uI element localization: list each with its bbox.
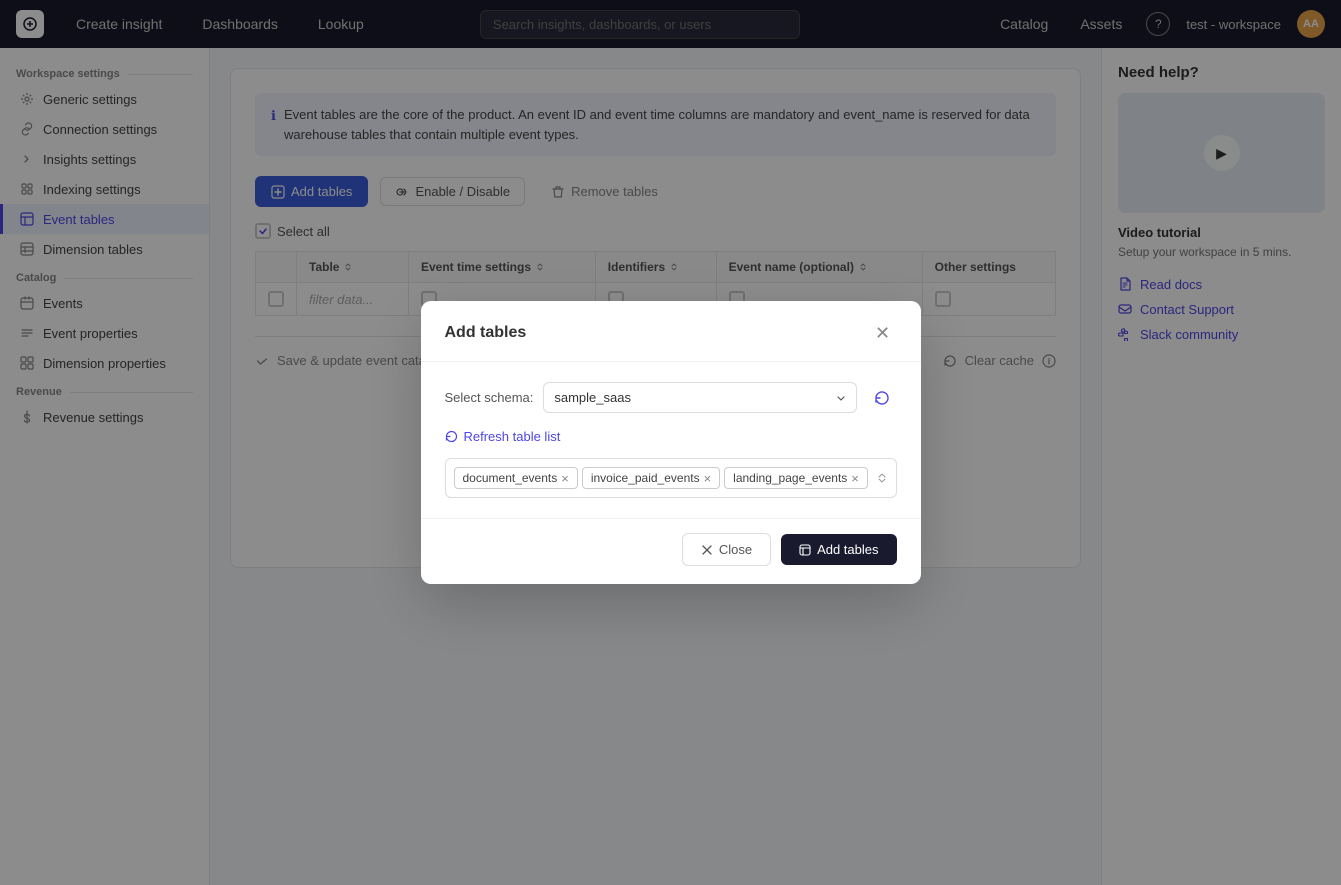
- table-icon: [799, 544, 811, 556]
- refresh-icon: [874, 390, 890, 406]
- close-icon: [701, 544, 713, 556]
- tag-label: document_events: [463, 471, 558, 485]
- modal-footer: Close Add tables: [421, 518, 921, 584]
- modal-title: Add tables: [445, 324, 527, 342]
- schema-label: Select schema:: [445, 390, 534, 405]
- modal-close-btn[interactable]: Close: [682, 533, 771, 566]
- tag-remove-invoice-paid-events[interactable]: ×: [704, 472, 712, 485]
- tags-expand-icon: [876, 472, 888, 484]
- tag-remove-landing-page-events[interactable]: ×: [851, 472, 859, 485]
- refresh-table-list-link[interactable]: Refresh table list: [445, 429, 897, 444]
- modal-header: Add tables ✕: [421, 301, 921, 362]
- tag-label: landing_page_events: [733, 471, 847, 485]
- tag-invoice-paid-events: invoice_paid_events ×: [582, 467, 720, 489]
- add-tables-modal: Add tables ✕ Select schema: sample_saas …: [421, 301, 921, 584]
- modal-close-button[interactable]: ✕: [869, 319, 897, 347]
- schema-row: Select schema: sample_saas: [445, 382, 897, 413]
- schema-value: sample_saas: [554, 390, 631, 405]
- tag-document-events: document_events ×: [454, 467, 578, 489]
- modal-overlay[interactable]: Add tables ✕ Select schema: sample_saas …: [0, 0, 1341, 885]
- schema-refresh-button[interactable]: [867, 383, 897, 413]
- modal-add-tables-button[interactable]: Add tables: [781, 534, 896, 565]
- tag-landing-page-events: landing_page_events ×: [724, 467, 868, 489]
- chevron-down-icon: [836, 393, 846, 403]
- refresh-small-icon: [445, 430, 458, 443]
- modal-body: Select schema: sample_saas Refresh table…: [421, 362, 921, 518]
- tag-remove-document-events[interactable]: ×: [561, 472, 569, 485]
- tag-label: invoice_paid_events: [591, 471, 700, 485]
- schema-select[interactable]: sample_saas: [543, 382, 856, 413]
- refresh-table-list-label: Refresh table list: [464, 429, 561, 444]
- tables-tags-input[interactable]: document_events × invoice_paid_events × …: [445, 458, 897, 498]
